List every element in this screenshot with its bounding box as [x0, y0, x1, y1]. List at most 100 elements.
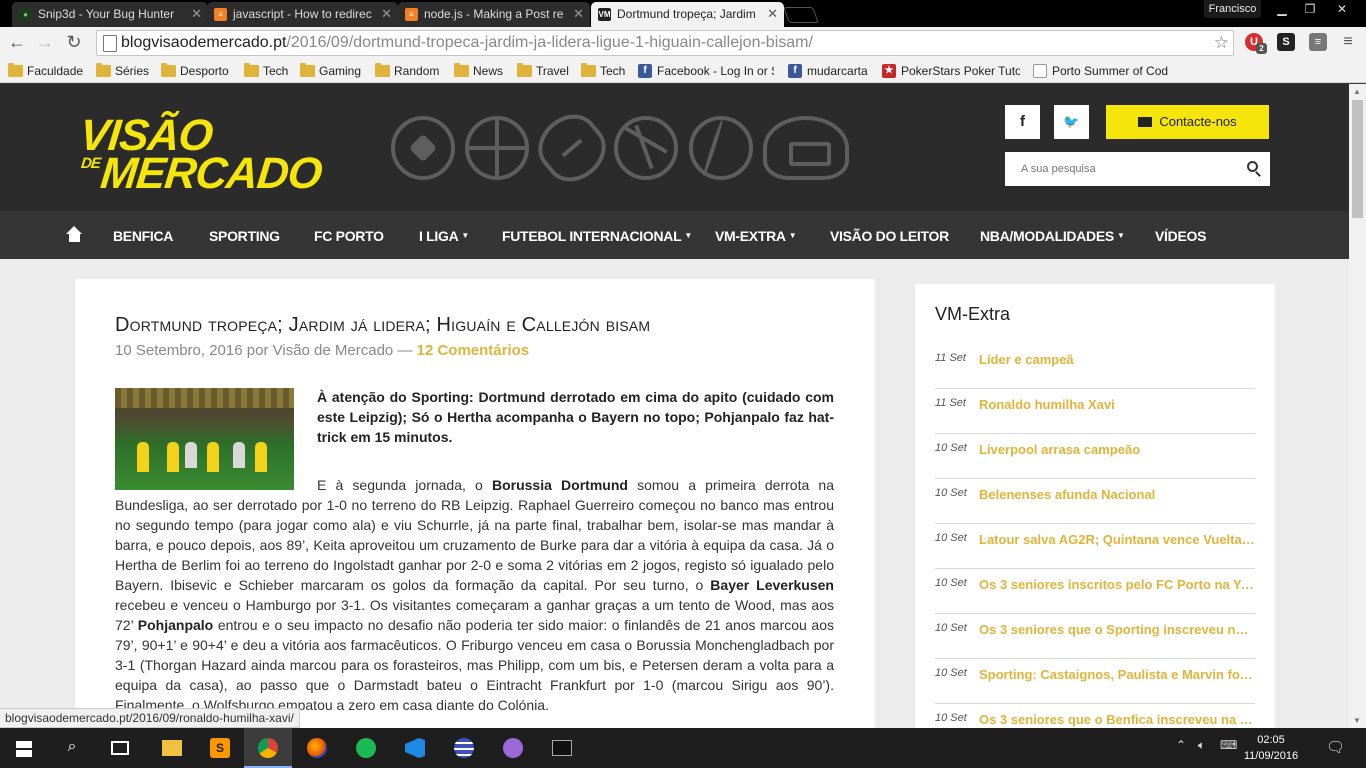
tray-chevron-up-icon[interactable]: ⌃: [1176, 738, 1186, 752]
page-scrollbar[interactable]: ▲ ▼: [1349, 84, 1366, 728]
scroll-up-icon[interactable]: ▲: [1353, 87, 1361, 96]
nav-futebol-internacional[interactable]: FUTEBOL INTERNACIONAL ▼: [502, 211, 692, 259]
vm-favicon-icon: VM: [598, 8, 611, 21]
nav-vm-extra[interactable]: VM-EXTRA ▼: [715, 211, 797, 259]
page-icon: [1033, 64, 1047, 78]
bookmark-folder[interactable]: Random: [375, 62, 439, 80]
reload-icon[interactable]: ↻: [63, 31, 85, 53]
profile-button[interactable]: Francisco: [1204, 0, 1261, 18]
sidebar-item[interactable]: 10 Set Sporting: Castaignos, Paulista e M…: [935, 659, 1255, 704]
bookmark-folder[interactable]: Tech: [244, 62, 288, 80]
clock[interactable]: 02:05 11/09/2016: [1240, 732, 1302, 764]
facebook-icon: f: [638, 64, 652, 78]
address-bar[interactable]: blogvisaodemercado.pt/2016/09/dortmund-t…: [96, 30, 1234, 56]
bookmark-link[interactable]: Porto Summer of Cod: [1033, 62, 1171, 80]
sidebar-item-date: 10 Set: [935, 442, 967, 454]
chrome-menu-icon[interactable]: ≡: [1339, 33, 1357, 51]
sidebar-item[interactable]: 10 Set Os 3 seniores que o Benfica inscre…: [935, 704, 1255, 728]
github-button[interactable]: [489, 728, 537, 768]
sidebar-item-title[interactable]: Ronaldo humilha Xavi: [979, 397, 1255, 412]
sidebar-item[interactable]: 10 Set Latour salva AG2R; Quintana vence …: [935, 524, 1255, 569]
nav-sporting[interactable]: SPORTING: [209, 211, 280, 259]
app-button[interactable]: [440, 728, 488, 768]
bookmark-link[interactable]: ★ PokerStars Poker Tuto: [882, 62, 1020, 80]
nav-benfica[interactable]: BENFICA: [113, 211, 173, 259]
bookmark-folder[interactable]: Tech: [581, 62, 625, 80]
volleyball-icon: [614, 116, 678, 180]
sidebar-item-title[interactable]: Sporting: Castaignos, Paulista e Marvin …: [979, 667, 1255, 682]
nav-fc-porto[interactable]: FC PORTO: [314, 211, 384, 259]
task-view-button[interactable]: [96, 728, 144, 768]
keyboard-icon[interactable]: ⌨: [1220, 738, 1237, 752]
notifications-icon[interactable]: 🗨︎: [1326, 738, 1345, 756]
bookmark-link[interactable]: f Facebook - Log In or S: [638, 62, 774, 80]
search-icon[interactable]: [1247, 161, 1258, 172]
bookmark-folder[interactable]: Séries: [96, 62, 149, 80]
search-input[interactable]: [1005, 152, 1235, 186]
nav-i-liga[interactable]: I LIGA ▼: [419, 211, 469, 259]
contact-button[interactable]: Contacte-nos: [1106, 105, 1269, 139]
minimize-icon[interactable]: ▁: [1268, 0, 1296, 18]
sidebar-item-title[interactable]: Liverpool arrasa campeão: [979, 442, 1255, 457]
sidebar-item-title[interactable]: Belenenses afunda Nacional: [979, 487, 1255, 502]
sidebar-item[interactable]: 11 Set Líder e campeã: [935, 344, 1255, 389]
chrome-button[interactable]: [244, 728, 292, 768]
tab-nodejs[interactable]: ≡ node.js - Making a Post re ✕: [398, 2, 590, 27]
sublime-button[interactable]: S: [196, 728, 244, 768]
site-logo[interactable]: VISÃO DEMERCADO: [77, 111, 323, 198]
sidebar-item[interactable]: 10 Set Os 3 seniores inscritos pelo FC Po…: [935, 569, 1255, 614]
tab-close-icon[interactable]: ✕: [381, 2, 392, 26]
file-explorer-button[interactable]: [148, 728, 196, 768]
bookmarks-bar: Faculdade Séries Desporto Tech Gaming Ra…: [0, 59, 1366, 83]
sidebar-item-title[interactable]: Os 3 seniores que o Benfica inscreveu na…: [979, 712, 1255, 727]
bookmark-folder[interactable]: Travel: [517, 62, 569, 80]
scroll-down-icon[interactable]: ▼: [1353, 716, 1361, 725]
sidebar-item[interactable]: 10 Set Liverpool arrasa campeão: [935, 434, 1255, 479]
home-icon[interactable]: [66, 226, 83, 242]
spotify-button[interactable]: [342, 728, 390, 768]
forward-icon[interactable]: →: [34, 31, 56, 53]
search-button[interactable]: ⌕: [48, 728, 96, 768]
tab-snip3d[interactable]: ● Snip3d - Your Bug Hunter ✕: [12, 2, 208, 27]
bookmark-folder[interactable]: Faculdade: [8, 62, 83, 80]
facebook-icon: f: [788, 64, 802, 78]
bookmark-folder[interactable]: Desporto: [161, 62, 229, 80]
terminal-button[interactable]: [538, 728, 586, 768]
sidebar-item-title[interactable]: Líder e campeã: [979, 352, 1255, 367]
article-author[interactable]: Visão de Mercado: [273, 342, 394, 359]
nav-nba-modalidades[interactable]: NBA/MODALIDADES ▼: [980, 211, 1125, 259]
tab-close-icon[interactable]: ✕: [191, 2, 202, 26]
extension-s-icon[interactable]: S: [1277, 33, 1295, 51]
close-window-icon[interactable]: ✕: [1324, 0, 1360, 18]
facebook-icon[interactable]: f: [1005, 105, 1040, 139]
bookmark-folder[interactable]: News: [454, 62, 503, 80]
comments-link[interactable]: 12 Comentários: [417, 342, 530, 359]
sidebar-item[interactable]: 11 Set Ronaldo humilha Xavi: [935, 389, 1255, 434]
extension-menu-icon[interactable]: ≡: [1309, 33, 1327, 51]
sidebar-item-title[interactable]: Os 3 seniores inscritos pelo FC Porto na…: [979, 577, 1255, 592]
sidebar-item[interactable]: 10 Set Os 3 seniores que o Sporting inscr…: [935, 614, 1255, 659]
start-button[interactable]: [0, 728, 48, 768]
volume-icon[interactable]: 🔈︎: [1198, 738, 1205, 753]
tab-dortmund[interactable]: VM Dortmund tropeça; Jardim ✕: [591, 2, 784, 27]
nav-videos[interactable]: VÍDEOS: [1155, 211, 1206, 259]
tab-close-icon[interactable]: ✕: [767, 2, 778, 26]
caret-down-icon: ▼: [788, 231, 797, 240]
back-icon[interactable]: ←: [6, 31, 28, 53]
sidebar-item[interactable]: 10 Set Belenenses afunda Nacional: [935, 479, 1255, 524]
firefox-button[interactable]: [293, 728, 341, 768]
scrollbar-thumb[interactable]: [1352, 100, 1363, 218]
restore-icon[interactable]: ❐: [1296, 0, 1324, 18]
vscode-button[interactable]: [391, 728, 439, 768]
bookmark-star-icon[interactable]: ☆: [1214, 33, 1229, 53]
url-field[interactable]: blogvisaodemercado.pt/2016/09/dortmund-t…: [121, 31, 1201, 55]
new-tab-button[interactable]: [783, 7, 819, 23]
twitter-icon[interactable]: 🐦: [1054, 105, 1089, 139]
bookmark-folder[interactable]: Gaming: [300, 62, 361, 80]
tab-close-icon[interactable]: ✕: [573, 2, 584, 26]
nav-visao-do-leitor[interactable]: VISÃO DO LEITOR: [830, 211, 949, 259]
sidebar-item-title[interactable]: Os 3 seniores que o Sporting inscreveu n…: [979, 622, 1255, 637]
bookmark-link[interactable]: f mudarcarta: [788, 62, 868, 80]
sidebar-item-title[interactable]: Latour salva AG2R; Quintana vence Vuelta…: [979, 532, 1255, 547]
tab-javascript[interactable]: ≡ javascript - How to redirec ✕: [207, 2, 398, 27]
